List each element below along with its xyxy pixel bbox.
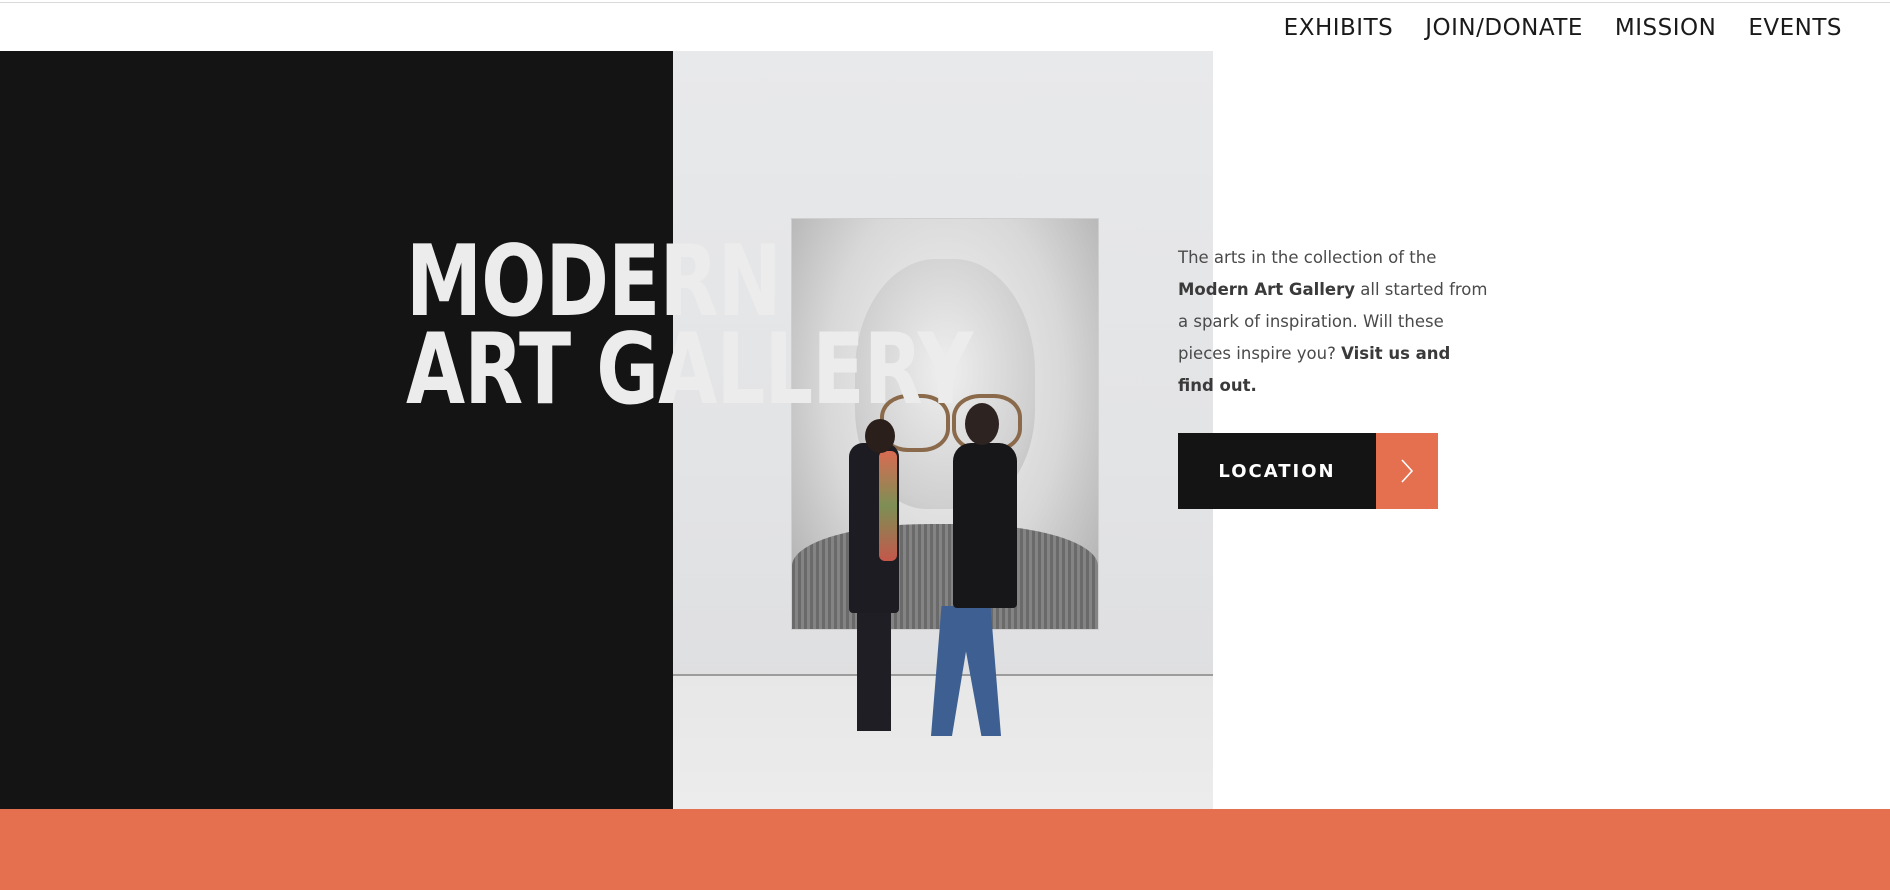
page: EXHIBITS JOIN/DONATE MISSION EVENTS MODE…: [0, 0, 1890, 890]
hero-title: MODERN ART GALLERY: [406, 233, 973, 427]
hero-title-line-2: ART GALLERY: [406, 313, 973, 427]
visitor-woman-legs: [857, 611, 891, 731]
visitor-scarf: [879, 451, 897, 561]
gallery-name-emphasis: Modern Art Gallery: [1178, 280, 1355, 299]
nav-item-exhibits[interactable]: EXHIBITS: [1284, 15, 1394, 41]
chevron-right-icon: [1376, 433, 1438, 509]
nav-item-events[interactable]: EVENTS: [1748, 15, 1842, 41]
location-button-label: LOCATION: [1178, 433, 1376, 509]
nav-item-join-donate[interactable]: JOIN/DONATE: [1425, 15, 1583, 41]
visitor-man: [953, 443, 1017, 608]
accent-band: [0, 809, 1890, 890]
nav-item-mission[interactable]: MISSION: [1615, 15, 1716, 41]
hero-description: The arts in the collection of the Modern…: [1178, 248, 1488, 395]
location-button[interactable]: LOCATION: [1178, 433, 1438, 509]
hero-dark-panel: [0, 51, 673, 809]
hero-gallery-photo: [673, 51, 1213, 809]
main-nav: EXHIBITS JOIN/DONATE MISSION EVENTS: [1284, 0, 1842, 56]
